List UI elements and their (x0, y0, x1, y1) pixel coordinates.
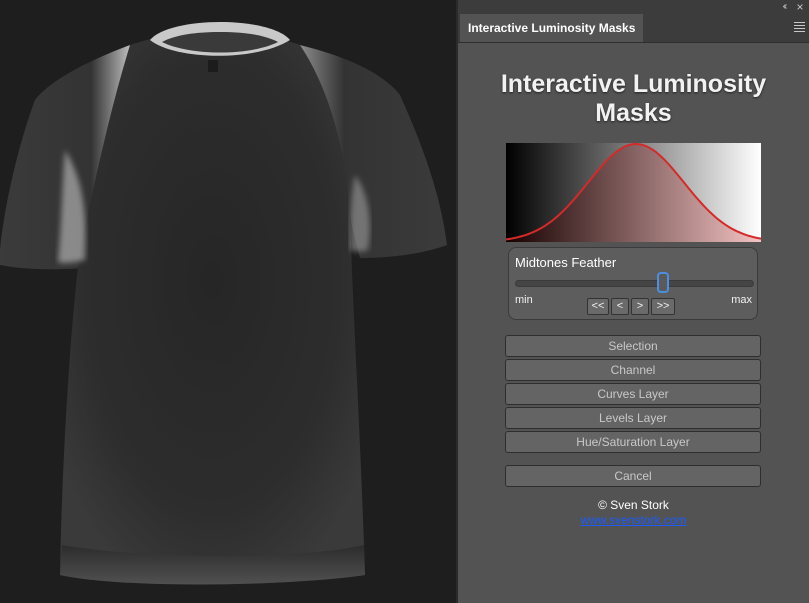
levels-layer-button[interactable]: Levels Layer (505, 407, 761, 429)
step-fast-decrease-button[interactable]: << (587, 298, 609, 315)
step-fast-increase-button[interactable]: >> (651, 298, 675, 315)
slider-max-label: max (731, 294, 752, 306)
title-line-1: Interactive Luminosity (500, 70, 767, 98)
slider-track[interactable] (515, 280, 754, 287)
selection-button[interactable]: Selection (505, 335, 761, 357)
luminosity-curve-preview (505, 142, 762, 242)
close-icon[interactable]: × (793, 0, 807, 14)
slider-min-label: min (515, 294, 533, 306)
feather-slider-group: Midtones Feather min max << < > >> (508, 247, 758, 320)
panel-tabbar: Interactive Luminosity Masks (458, 14, 809, 43)
curves-layer-button[interactable]: Curves Layer (505, 383, 761, 405)
channel-button[interactable]: Channel (505, 359, 761, 381)
slider-label: Midtones Feather (515, 255, 617, 270)
cancel-button[interactable]: Cancel (505, 465, 761, 487)
hue-saturation-layer-button[interactable]: Hue/Saturation Layer (505, 431, 761, 453)
title-line-2: Masks (595, 99, 672, 127)
double-chevron-left-icon[interactable]: ‹‹ (777, 0, 791, 14)
step-increase-button[interactable]: > (631, 298, 649, 315)
tshirt-luminosity-image (0, 0, 456, 603)
hamburger-menu-icon[interactable] (794, 22, 805, 33)
step-decrease-button[interactable]: < (611, 298, 629, 315)
author-credit: © Sven Stork (598, 498, 669, 512)
page-title: Interactive Luminosity Masks (458, 70, 809, 128)
slider-thumb[interactable] (657, 272, 670, 293)
author-website-link[interactable]: www.svenstork.com (458, 513, 809, 527)
luminosity-masks-panel: ‹‹ × Interactive Luminosity Masks Intera… (458, 0, 809, 603)
tab-interactive-luminosity-masks[interactable]: Interactive Luminosity Masks (460, 14, 644, 42)
panel-topbar: ‹‹ × (458, 0, 809, 14)
document-canvas[interactable] (0, 0, 456, 603)
